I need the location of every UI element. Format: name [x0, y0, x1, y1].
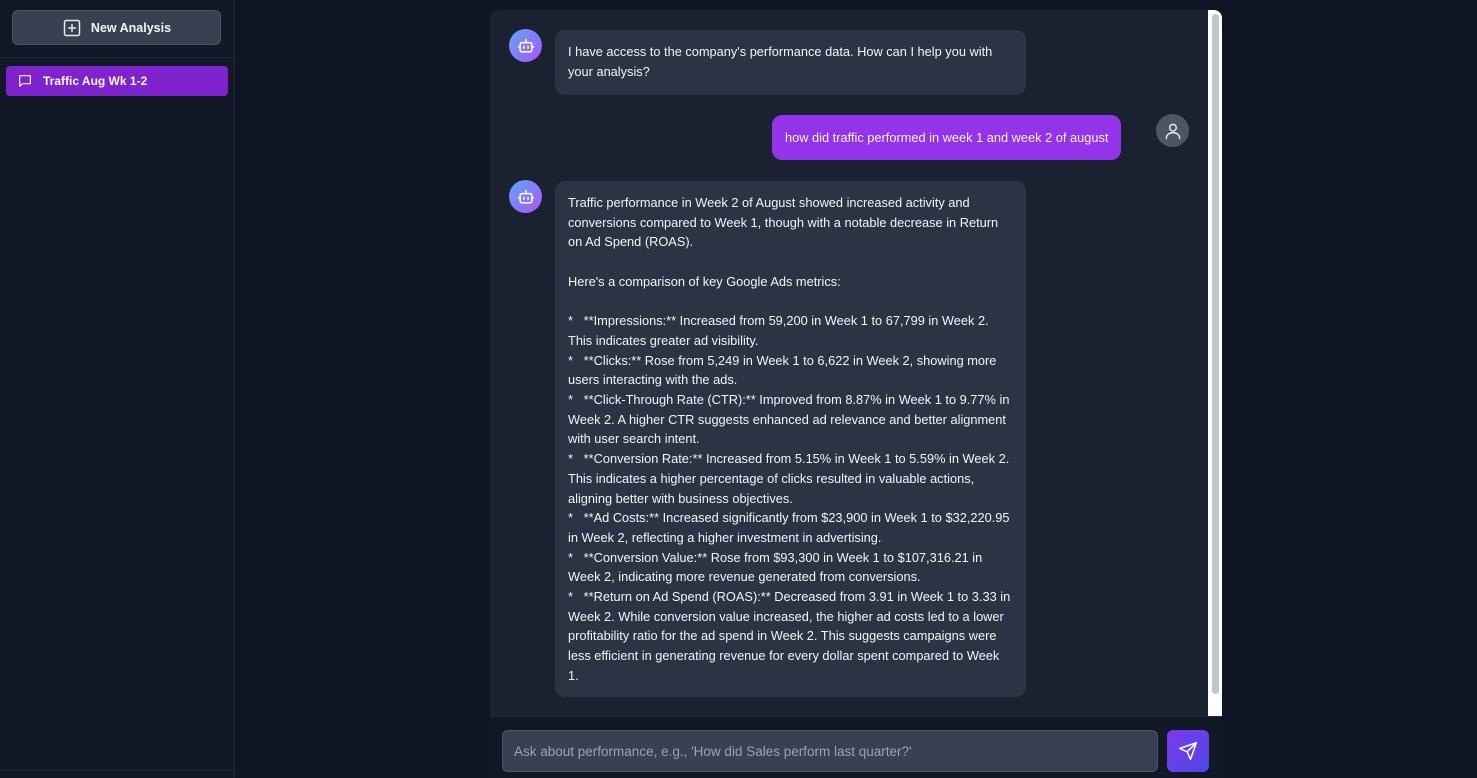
send-icon	[1178, 741, 1198, 761]
bullet-clicks: * **Clicks:** Rose from 5,249 in Week 1 …	[568, 352, 1000, 388]
sidebar-bottom-divider	[0, 770, 235, 771]
message-paragraph: Traffic performance in Week 2 of August …	[568, 195, 1002, 250]
user-message: how did traffic performed in week 1 and …	[772, 115, 1122, 160]
message-text: how did traffic performed in week 1 and …	[785, 129, 1109, 145]
robot-icon	[517, 189, 534, 204]
app-root: New Analysis Traffic Aug Wk 1-2 I have a…	[0, 0, 1477, 778]
new-analysis-label: New Analysis	[90, 20, 172, 35]
chat-scrollbar[interactable]	[1208, 10, 1222, 716]
user-avatar	[1156, 114, 1189, 147]
new-analysis-button[interactable]: New Analysis	[12, 10, 221, 45]
scrollbar-thumb[interactable]	[1212, 14, 1219, 694]
bullet-impressions: * **Impressions:** Increased from 59,200…	[568, 313, 992, 348]
bullet-roas: * **Return on Ad Spend (ROAS):** Decreas…	[568, 589, 1014, 683]
bot-avatar	[509, 180, 542, 213]
bullet-ctr: * **Click-Through Rate (CTR):** Improved…	[568, 392, 1013, 447]
robot-icon	[517, 38, 534, 53]
message-paragraph: Here's a comparison of key Google Ads me…	[568, 273, 841, 289]
chat-input[interactable]	[502, 730, 1158, 772]
bullet-conversion-value: * **Conversion Value:** Rose from $93,30…	[568, 549, 986, 585]
send-button[interactable]	[1167, 730, 1209, 772]
chat-bubble-icon	[19, 75, 31, 87]
sidebar-item-traffic-aug[interactable]: Traffic Aug Wk 1-2	[6, 66, 228, 96]
sidebar-divider	[0, 57, 235, 58]
sidebar-item-label: Traffic Aug Wk 1-2	[43, 74, 148, 88]
sidebar: New Analysis Traffic Aug Wk 1-2	[0, 0, 235, 778]
plus-square-icon	[63, 19, 81, 36]
bot-avatar	[509, 29, 542, 62]
message-text: I have access to the company's performan…	[568, 44, 996, 79]
bullet-ad-costs: * **Ad Costs:** Increased significantly …	[568, 510, 1014, 545]
assistant-message: I have access to the company's performan…	[555, 30, 1026, 95]
assistant-message: Traffic performance in Week 2 of August …	[555, 181, 1026, 697]
bullet-conversion-rate: * **Conversion Rate:** Increased from 5.…	[568, 451, 1013, 506]
user-icon	[1165, 123, 1180, 139]
